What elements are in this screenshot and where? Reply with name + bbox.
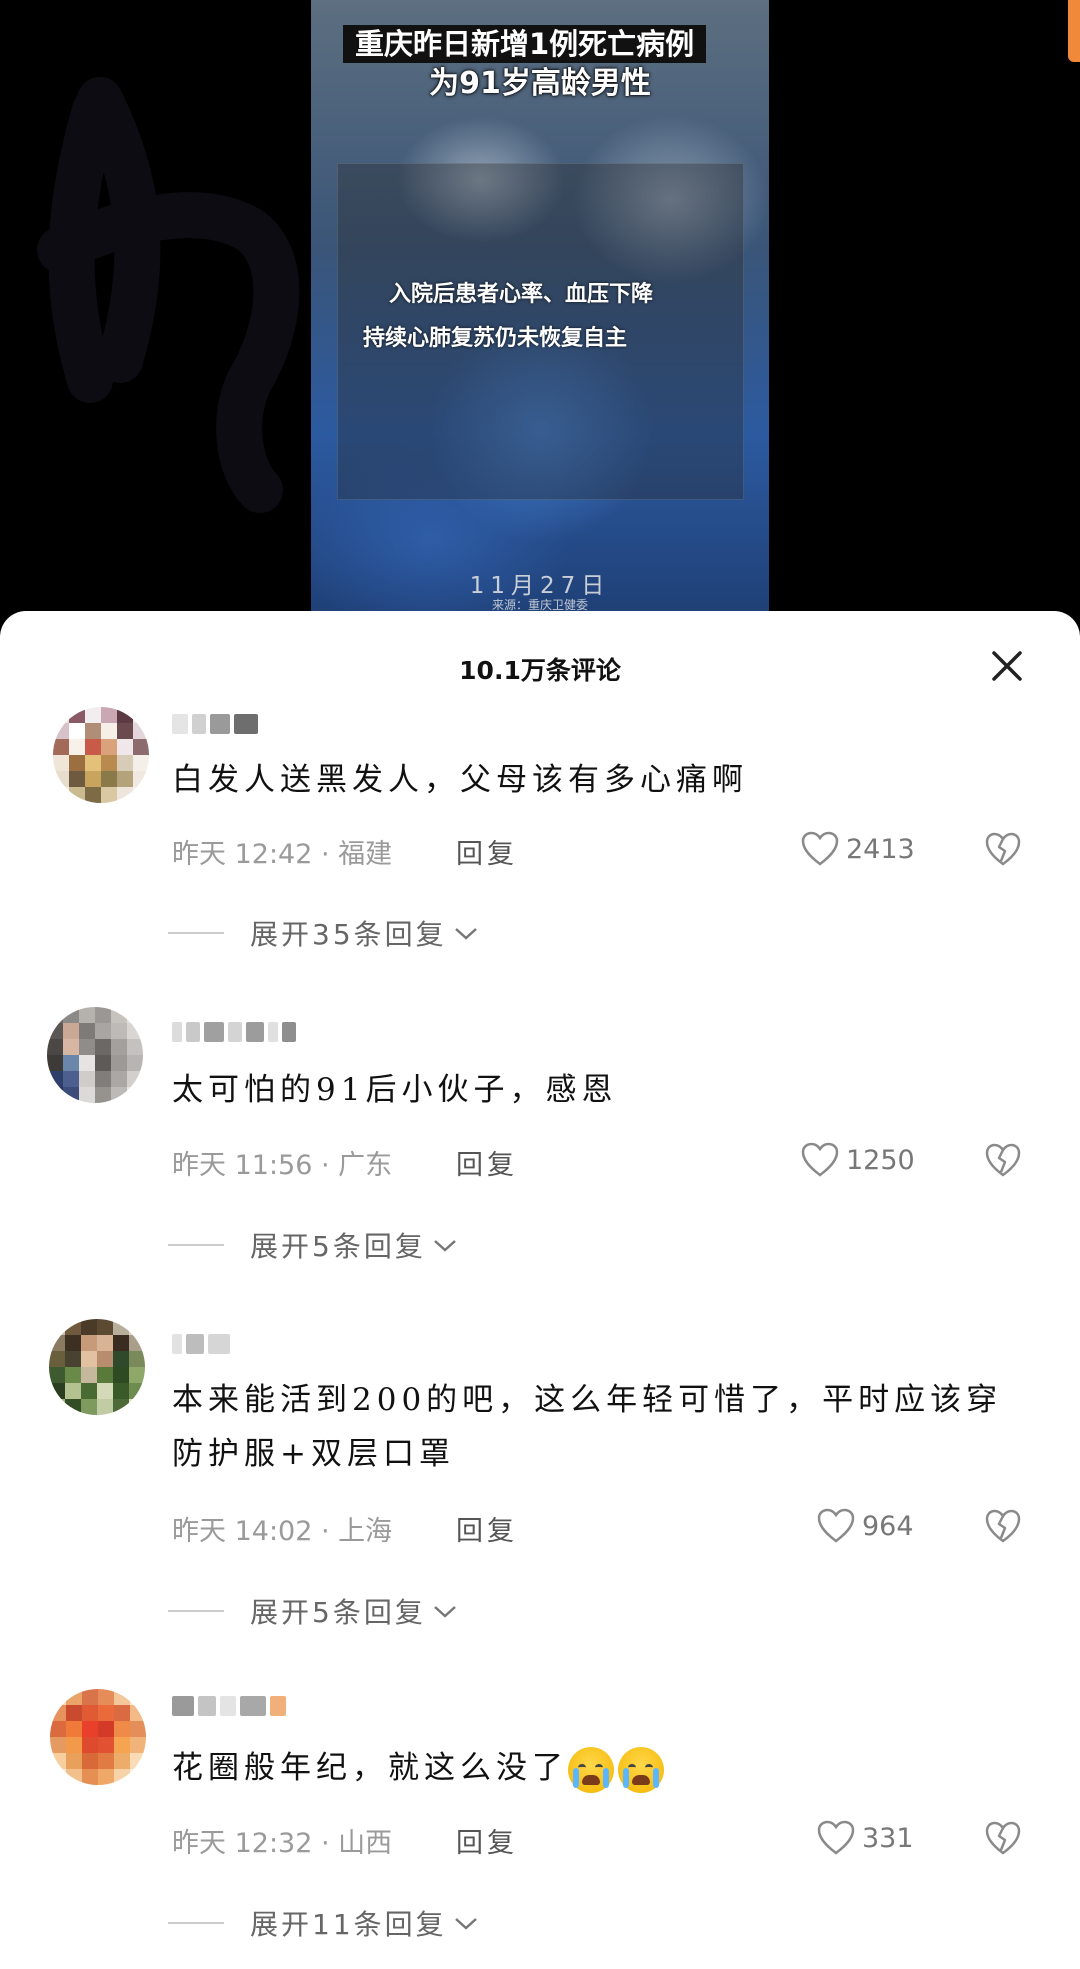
broken-heart-icon[interactable] <box>984 831 1022 867</box>
like-button[interactable]: 964 <box>816 1507 914 1545</box>
avatar[interactable] <box>49 1319 145 1415</box>
comment-text-content: 花圈般年纪，就这么没了 <box>172 1750 568 1786</box>
username[interactable] <box>172 711 258 737</box>
expand-replies[interactable]: 展开11条回复 <box>168 1903 481 1943</box>
expand-replies-label: 展开11条回复 <box>250 1908 447 1941</box>
divider <box>168 1244 224 1246</box>
video-title-line2: 为91岁高龄男性 <box>429 66 651 101</box>
expand-replies[interactable]: 展开5条回复 <box>168 1591 460 1631</box>
crying-face-icon <box>618 1746 664 1793</box>
like-button[interactable]: 1250 <box>800 1141 915 1179</box>
expand-replies[interactable]: 展开35条回复 <box>168 913 481 953</box>
like-button[interactable]: 331 <box>816 1819 914 1857</box>
close-icon[interactable] <box>990 649 1024 683</box>
reply-button[interactable]: 回复 <box>456 1509 518 1548</box>
expand-replies-label: 展开5条回复 <box>250 1230 426 1263</box>
video-title-line1: 重庆昨日新增1例死亡病例 <box>343 25 707 63</box>
comment-text: 太可怕的91后小伙子，感恩 <box>172 1072 618 1108</box>
expand-replies-label: 展开35条回复 <box>250 918 447 951</box>
comments-sheet: 10.1万条评论 白发人送黑发人，父母该有多心痛啊 昨天 12:42 · 福建 … <box>0 611 1080 1969</box>
heart-icon <box>817 1820 855 1855</box>
broken-heart-icon[interactable] <box>984 1508 1022 1544</box>
progress-indicator <box>1068 0 1080 62</box>
username[interactable] <box>172 1019 296 1045</box>
like-count: 2413 <box>846 833 915 865</box>
comment-meta: 昨天 12:32 · 山西 <box>172 1828 393 1859</box>
like-count: 964 <box>862 1510 914 1542</box>
reply-button[interactable]: 回复 <box>456 832 518 871</box>
heart-icon <box>801 1142 839 1177</box>
chevron-down-icon <box>454 1918 477 1930</box>
chevron-down-icon <box>454 928 477 940</box>
username[interactable] <box>172 1331 230 1357</box>
divider <box>168 932 224 934</box>
comment-text: 花圈般年纪，就这么没了 <box>172 1741 1032 1795</box>
reply-button[interactable]: 回复 <box>456 1821 518 1860</box>
heart-icon <box>817 1508 855 1543</box>
avatar[interactable] <box>47 1007 143 1103</box>
crying-face-icon <box>568 1746 614 1793</box>
avatar[interactable] <box>50 1689 146 1785</box>
reply-button[interactable]: 回复 <box>456 1143 518 1182</box>
comment-text: 白发人送黑发人，父母该有多心痛啊 <box>172 762 748 798</box>
video-subtitle-line1: 入院后患者心率、血压下降 <box>389 282 654 307</box>
heart-icon <box>801 831 839 866</box>
chevron-down-icon <box>433 1240 456 1252</box>
video-date: 11月27日 <box>469 573 611 599</box>
like-button[interactable]: 2413 <box>800 830 915 868</box>
username[interactable] <box>172 1693 286 1719</box>
scribble-mark <box>37 77 300 513</box>
video-subtitle-line2: 持续心肺复苏仍未恢复自主 <box>363 326 628 351</box>
video-player[interactable]: 重庆昨日新增1例死亡病例 为91岁高龄男性 入院后患者心率、血压下降 持续心肺复… <box>0 0 1080 640</box>
comment-meta: 昨天 12:42 · 福建 <box>172 839 393 870</box>
divider <box>168 1922 224 1924</box>
divider <box>168 1610 224 1612</box>
broken-heart-icon[interactable] <box>984 1820 1022 1856</box>
comment-meta: 昨天 11:56 · 广东 <box>172 1150 393 1181</box>
expand-replies-label: 展开5条回复 <box>250 1596 426 1629</box>
like-count: 1250 <box>846 1144 915 1176</box>
comment-text: 本来能活到200的吧，这么年轻可惜了，平时应该穿防护服+双层口罩 <box>172 1382 1003 1472</box>
comment-count: 10.1万条评论 <box>459 656 621 685</box>
avatar[interactable] <box>53 707 149 803</box>
expand-replies[interactable]: 展开5条回复 <box>168 1225 460 1265</box>
comments-header: 10.1万条评论 <box>0 611 1080 715</box>
comment-meta: 昨天 14:02 · 上海 <box>172 1516 393 1547</box>
like-count: 331 <box>862 1822 914 1854</box>
chevron-down-icon <box>433 1606 456 1618</box>
broken-heart-icon[interactable] <box>984 1142 1022 1178</box>
video-frame: 重庆昨日新增1例死亡病例 为91岁高龄男性 入院后患者心率、血压下降 持续心肺复… <box>311 0 769 620</box>
